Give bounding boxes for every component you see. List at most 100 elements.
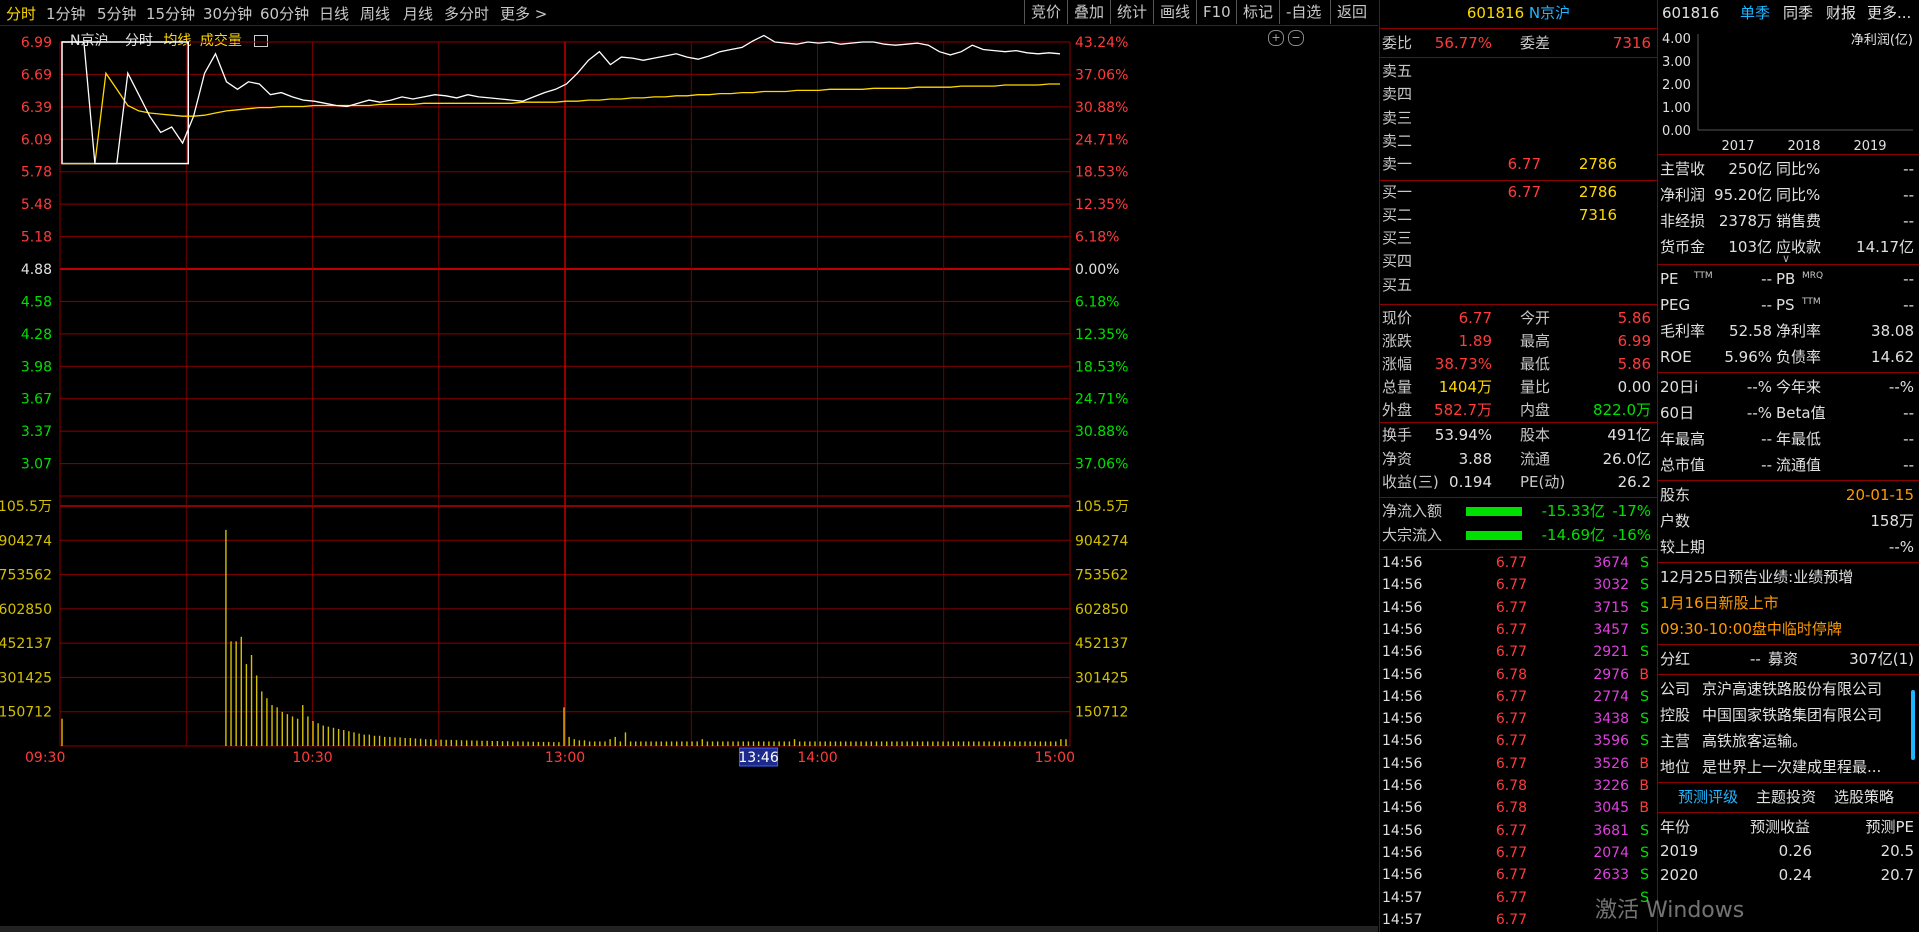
tab-30min[interactable]: 30分钟 [203,3,252,24]
bid-row[interactable]: 买四 [1380,250,1657,273]
watchlist-remove-button[interactable]: -自选 [1279,0,1327,24]
tab-weekly[interactable]: 周线 [360,3,390,24]
fin-label: 净利润 [1660,186,1706,204]
overlay-button[interactable]: 叠加 [1067,0,1110,24]
volume-axis-label: 150712 [0,705,52,721]
tick-row[interactable]: 14:56 6.77 3457 S [1380,619,1657,642]
tick-row[interactable]: 14:56 6.77 2774 S [1380,686,1657,709]
fin-value: -- [1903,404,1914,422]
tick-row[interactable]: 14:56 6.77 3674 S [1380,552,1657,575]
fin-label: 募资 [1768,650,1799,668]
tab-single-quarter[interactable]: 单季 [1740,2,1770,25]
draw-line-button[interactable]: 画线 [1153,0,1196,24]
fin-label: 非经损 [1660,212,1706,230]
tick-row[interactable]: 14:56 6.77 3715 S [1380,597,1657,620]
fin-value: -- [1903,270,1914,288]
tick-row[interactable]: 14:56 6.77 3596 S [1380,730,1657,753]
tab-5min[interactable]: 5分钟 [97,3,137,24]
fin-value: 38.08 [1871,322,1914,340]
tab-more-fin[interactable]: 更多... [1867,2,1911,25]
fin-label: 主营 [1660,732,1691,750]
tick-row[interactable]: 14:56 6.78 2976 B [1380,664,1657,687]
volume-axis-label-right: 753562 [1075,568,1128,584]
stat-label: 内盘 [1520,401,1551,419]
tick-time: 14:56 [1382,822,1423,839]
stat-label: 总量 [1382,378,1413,396]
tick-volume: 3674 [1593,555,1629,571]
tick-row[interactable]: 14:56 6.77 3032 S [1380,574,1657,597]
ask-row[interactable]: 卖二 [1380,130,1657,153]
stat-value: 26.0亿 [1602,449,1651,468]
price-axis-label: 3.37 [21,424,52,440]
bid-row[interactable]: 买二 7316 [1380,204,1657,227]
tick-row[interactable]: 14:56 6.78 3226 B [1380,775,1657,798]
stat-value: 6.99 [1617,332,1651,350]
bid-row[interactable]: 买三 [1380,227,1657,250]
ask-row[interactable]: 卖四 [1380,83,1657,106]
tick-row[interactable]: 14:56 6.78 3045 B [1380,797,1657,820]
tick-row[interactable]: 14:56 6.77 2921 S [1380,641,1657,664]
ask-row[interactable]: 卖五 [1380,60,1657,83]
back-button[interactable]: 返回 [1330,0,1373,24]
level-label: 买五 [1382,275,1413,294]
ask-row[interactable]: 卖三 [1380,107,1657,130]
tab-financial-report[interactable]: 财报 [1826,2,1856,25]
bid-row[interactable]: 买一 6.77 2786 [1380,181,1657,204]
price-axis-label: 3.98 [21,359,52,375]
stat-label: 最低 [1520,355,1551,373]
tab-intraday[interactable]: 分时 [6,3,36,24]
tab-1min[interactable]: 1分钟 [46,3,86,24]
flow-label: 大宗流入 [1382,526,1443,544]
fin-value: -- [1903,456,1914,474]
tick-volume: 3715 [1593,599,1629,616]
tick-row[interactable]: 14:56 6.77 3438 S [1380,708,1657,731]
stat-value: 3.88 [1458,449,1492,468]
level-volume: 7316 [1578,205,1617,224]
stat-label: 量比 [1520,378,1551,396]
f10-button[interactable]: F10 [1196,0,1237,24]
flow-pct: -16% [1612,526,1651,544]
level-label: 买四 [1382,252,1413,271]
fin-axis-label: 3.00 [1662,55,1691,70]
news-row: 1月16日新股上市 [1658,592,1919,615]
price-axis-label: 4.88 [21,262,52,278]
tab-multi-intraday[interactable]: 多分时 [444,3,489,24]
level-label: 卖二 [1382,131,1413,150]
tab-same-quarter[interactable]: 同季 [1783,2,1813,25]
stat-row: 总量 1404万 量比 0.00 [1380,376,1657,399]
stat-label: 最高 [1520,332,1551,350]
pct-axis-label: 24.71% [1075,392,1128,408]
tab-forecast-rating: 预测评级 [1678,788,1739,806]
stats-button[interactable]: 统计 [1110,0,1153,24]
tick-row[interactable]: 14:56 6.77 3681 S [1380,820,1657,843]
tab-more[interactable]: 更多 > [500,3,547,24]
fin-row: 总市值 -- 流通值 -- [1658,454,1919,477]
tab-monthly[interactable]: 月线 [403,3,433,24]
intraday-chart[interactable]: N京沪 分时 均线 成交量 + − 6.99 43.24% 6.69 37.06% 6.… [0,26,1378,926]
tab-15min[interactable]: 15分钟 [146,3,195,24]
fin-label: 20日i [1660,378,1699,396]
fin-value: -- [1761,456,1772,474]
fin-value: --% [1746,378,1772,396]
tab-daily[interactable]: 日线 [319,3,349,24]
tick-side: B [1639,755,1649,772]
tick-row[interactable]: 14:56 6.77 2074 S [1380,842,1657,865]
forecast-head: 预测收益 [1750,818,1811,836]
tick-time: 14:57 [1382,889,1423,906]
flow-label: 净流入额 [1382,502,1443,520]
stat-label: 现价 [1382,309,1413,327]
tick-price: 6.77 [1495,844,1527,861]
auction-button[interactable]: 竞价 [1024,0,1067,24]
fin-value: -- [1761,270,1772,288]
volume-axis-label: 904274 [0,533,52,549]
bid-row[interactable]: 买五 [1380,274,1657,297]
quote-name: N京沪 [1528,4,1571,22]
tick-row[interactable]: 14:56 6.77 2633 S [1380,864,1657,887]
stat-row: 换手 53.94% 股本 491亿 [1380,424,1657,447]
mark-button[interactable]: 标记 [1236,0,1279,24]
tick-row[interactable]: 14:56 6.77 3526 B [1380,753,1657,776]
fin-row: 毛利率 52.58 净利率 38.08 [1658,320,1919,343]
ask-row[interactable]: 卖一 6.77 2786 [1380,153,1657,176]
tab-60min[interactable]: 60分钟 [260,3,309,24]
scrollbar[interactable] [1911,690,1915,760]
